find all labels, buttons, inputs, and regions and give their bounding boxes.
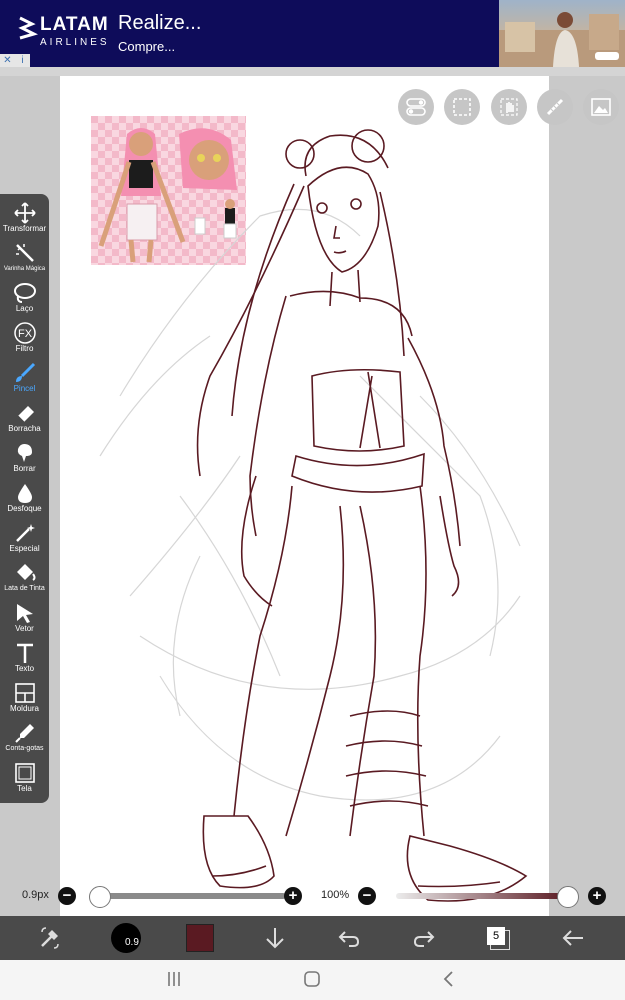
ad-banner[interactable]: LATAM AIRLINES Realize... Compre... ✕ i bbox=[0, 0, 625, 67]
tool-label: Varinha Mágica bbox=[3, 266, 46, 272]
opacity-slider[interactable] bbox=[396, 893, 566, 899]
brush-size-label: 0.9px bbox=[22, 889, 49, 901]
tool-transform[interactable]: Transformar bbox=[0, 200, 49, 240]
drop-icon bbox=[0, 480, 49, 504]
tool-eraser[interactable]: Borracha bbox=[0, 400, 49, 440]
tool-label: Borrar bbox=[13, 464, 36, 473]
tool-sidebar: Transformar Varinha Mágica Laço FX Filtr… bbox=[0, 194, 49, 803]
opacity-knob[interactable] bbox=[557, 886, 579, 908]
layers-button[interactable]: 5 bbox=[478, 916, 518, 960]
back-arrow-icon[interactable] bbox=[553, 916, 593, 960]
frame-icon bbox=[0, 680, 49, 704]
tool-label: Pincel bbox=[13, 384, 36, 393]
tool-canvas[interactable]: Tela bbox=[0, 760, 49, 800]
brush-size-preview[interactable]: 0.9 bbox=[106, 916, 146, 960]
undo-icon[interactable] bbox=[329, 916, 369, 960]
drawing-canvas[interactable] bbox=[60, 76, 549, 960]
opacity-label: 100% bbox=[321, 889, 350, 901]
download-arrow-icon[interactable] bbox=[255, 916, 295, 960]
ad-sub: AIRLINES bbox=[40, 37, 110, 48]
fx-icon: FX bbox=[0, 320, 49, 344]
size-increase-button[interactable]: + bbox=[284, 887, 302, 905]
tool-lasso[interactable]: Laço bbox=[0, 280, 49, 320]
ad-close-icon[interactable]: ✕ bbox=[0, 54, 15, 67]
tool-vector[interactable]: Vetor bbox=[0, 600, 49, 640]
tool-label: Tela bbox=[17, 784, 32, 793]
tool-label: Conta-gotas bbox=[5, 745, 44, 752]
brush-controls: 0.9px − + 100% − + bbox=[0, 876, 625, 916]
tool-special[interactable]: Especial bbox=[0, 520, 49, 560]
smudge-icon bbox=[0, 440, 49, 464]
canvas-margin bbox=[549, 76, 625, 916]
redo-icon[interactable] bbox=[404, 916, 444, 960]
tool-label: Moldura bbox=[10, 704, 39, 713]
svg-text:FX: FX bbox=[17, 328, 32, 340]
text-icon bbox=[0, 640, 49, 664]
ad-brand: LATAM bbox=[40, 14, 109, 35]
ad-badge[interactable]: ✕ i bbox=[0, 54, 30, 67]
sketch-drawing bbox=[99, 129, 528, 902]
cursor-icon bbox=[0, 600, 49, 624]
color-swatch[interactable] bbox=[180, 916, 220, 960]
opacity-increase-button[interactable]: + bbox=[588, 887, 606, 905]
tool-label: Desfoque bbox=[7, 504, 42, 513]
magic-wand-icon bbox=[0, 240, 49, 264]
eyedropper-icon bbox=[0, 720, 49, 744]
tool-label: Borracha bbox=[8, 424, 41, 433]
ruler-icon[interactable] bbox=[537, 89, 573, 125]
tool-brush[interactable]: Pincel bbox=[0, 360, 49, 400]
tool-bucket[interactable]: Lata de Tinta bbox=[0, 560, 49, 600]
tool-eyedropper[interactable]: Conta-gotas bbox=[0, 720, 49, 760]
brush-icon bbox=[0, 360, 49, 384]
tool-magic-wand[interactable]: Varinha Mágica bbox=[0, 240, 49, 280]
ad-body: Compre... bbox=[118, 39, 176, 54]
tool-frame[interactable]: Moldura bbox=[0, 680, 49, 720]
brush-size-slider[interactable] bbox=[98, 893, 286, 899]
action-bar: 0.9 5 bbox=[0, 916, 625, 960]
home-icon[interactable] bbox=[303, 970, 321, 993]
size-decrease-button[interactable]: − bbox=[58, 887, 76, 905]
bucket-icon bbox=[0, 560, 49, 584]
move-icon bbox=[0, 200, 49, 224]
tool-label: Transformar bbox=[2, 224, 47, 233]
opacity-decrease-button[interactable]: − bbox=[358, 887, 376, 905]
ad-info-icon[interactable]: i bbox=[15, 54, 30, 67]
tool-label: Vetor bbox=[15, 624, 34, 633]
brush-size-knob[interactable] bbox=[89, 886, 111, 908]
ad-separator bbox=[0, 67, 625, 76]
lasso-icon bbox=[0, 280, 49, 304]
hand-icon[interactable] bbox=[491, 89, 527, 125]
tool-label: Laço bbox=[15, 304, 34, 313]
ad-image bbox=[499, 0, 625, 67]
canvas-icon bbox=[0, 760, 49, 784]
back-icon[interactable] bbox=[442, 970, 456, 993]
toggle-icon[interactable] bbox=[398, 89, 434, 125]
tool-label: Filtro bbox=[15, 344, 34, 353]
ad-title: Realize... bbox=[118, 12, 202, 34]
tool-blur[interactable]: Desfoque bbox=[0, 480, 49, 520]
tool-text[interactable]: Texto bbox=[0, 640, 49, 680]
sparkle-icon bbox=[0, 520, 49, 544]
tool-filter[interactable]: FX Filtro bbox=[0, 320, 49, 360]
tool-label: Especial bbox=[9, 544, 40, 553]
tool-smudge[interactable]: Borrar bbox=[0, 440, 49, 480]
selection-icon[interactable] bbox=[444, 89, 480, 125]
eraser-icon bbox=[0, 400, 49, 424]
recent-apps-icon[interactable] bbox=[166, 970, 182, 993]
image-icon[interactable] bbox=[583, 89, 619, 125]
swap-tool-icon[interactable] bbox=[30, 916, 70, 960]
layers-count: 5 bbox=[487, 927, 505, 945]
tool-label: Texto bbox=[14, 664, 35, 673]
system-nav-bar bbox=[0, 960, 625, 1000]
brush-size-badge: 0.9 bbox=[125, 937, 139, 948]
tool-label: Lata de Tinta bbox=[4, 585, 45, 592]
